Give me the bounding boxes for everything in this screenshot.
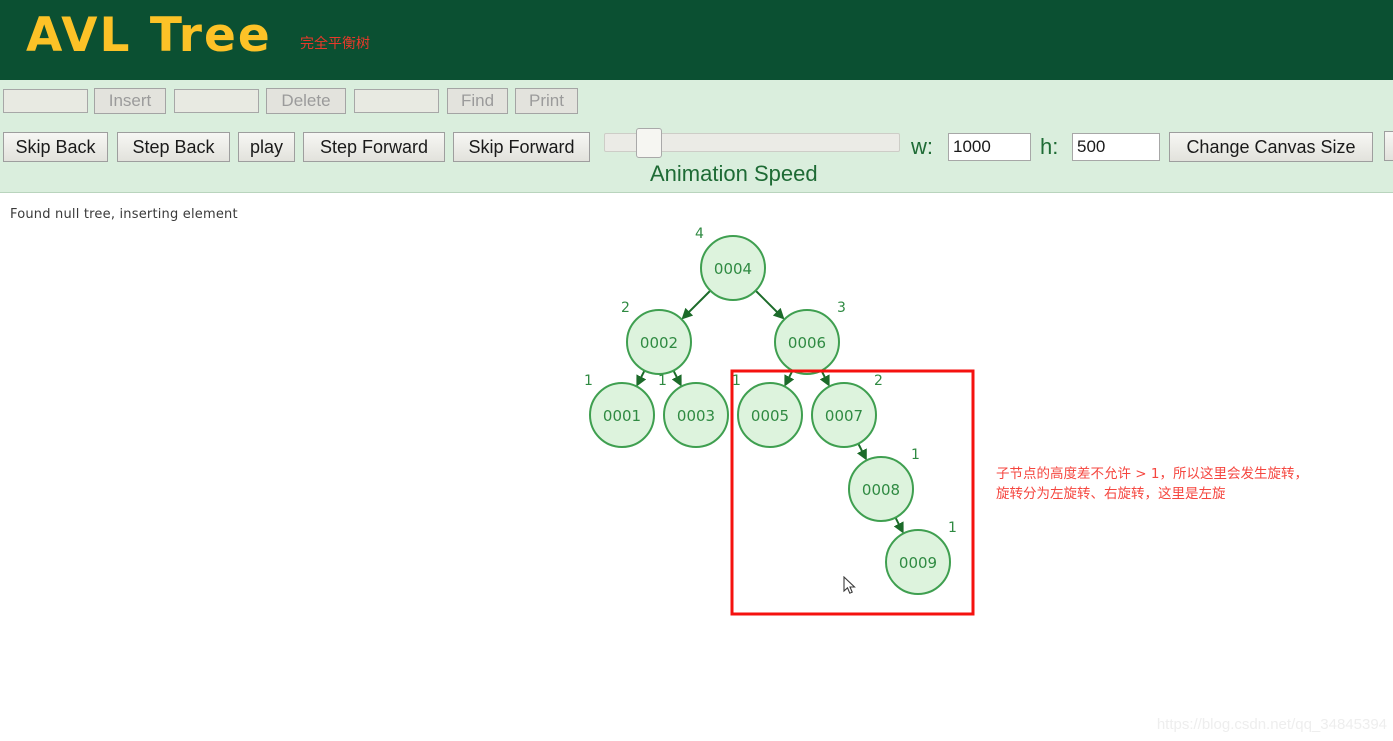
tree-edge [856,443,867,461]
tree-node-height: 1 [911,447,920,463]
annotation-text: 子节点的高度差不允许 > 1，所以这里会发生旋转， 旋转分为左旋转、右旋转，这里是… [996,464,1308,504]
tree-node-label: 0002 [640,334,678,352]
find-input[interactable] [354,89,439,113]
page-header: AVL Tree 完全平衡树 [0,0,1393,80]
tree-edge [681,289,712,320]
tree-node-label: 0005 [751,407,789,425]
height-input[interactable] [1072,133,1160,161]
tree-node-label: 0003 [677,407,715,425]
tree-node-height: 3 [837,300,846,316]
width-input[interactable] [948,133,1031,161]
print-button[interactable]: Print [515,88,578,114]
page-subtitle: 完全平衡树 [300,36,370,52]
tree-node-height: 2 [874,373,883,389]
change-canvas-size-button[interactable]: Change Canvas Size [1169,132,1373,162]
tree-node-height: 1 [948,520,957,536]
annotation-text-line2: 旋转分为左旋转、右旋转，这里是左旋 [996,486,1226,502]
tree-node-height: 2 [621,300,630,316]
tree-edge [893,517,904,534]
step-forward-button[interactable]: Step Forward [303,132,445,162]
tree-node-label: 0004 [714,260,752,278]
play-button[interactable]: play [238,132,295,162]
tree-node-height: 1 [658,373,667,389]
insert-input[interactable] [3,89,88,113]
tree-edge [671,370,682,387]
skip-back-button[interactable]: Skip Back [3,132,108,162]
page-title: AVL Tree [26,8,272,63]
animation-speed-slider-thumb[interactable] [636,128,662,158]
animation-speed-label: Animation Speed [650,161,818,186]
watermark: https://blog.csdn.net/qq_34845394 [1156,716,1387,733]
annotation-text-line1: 子节点的高度差不允许 > 1，所以这里会发生旋转， [996,466,1308,482]
tree-node-label: 0009 [899,554,937,572]
insert-button[interactable]: Insert [94,88,166,114]
delete-input[interactable] [174,89,259,113]
tree-node-label: 0008 [862,481,900,499]
delete-button[interactable]: Delete [266,88,346,114]
tree-node-label: 0007 [825,407,863,425]
tree-edge [754,289,785,320]
width-label: w: [911,134,933,159]
animation-canvas[interactable]: Found null tree, inserting element 0004 4… [0,194,1393,741]
step-back-button[interactable]: Step Back [117,132,230,162]
height-label: h: [1040,134,1059,159]
find-button[interactable]: Find [447,88,508,114]
skip-forward-button[interactable]: Skip Forward [453,132,590,162]
tree-node-height: 1 [584,373,593,389]
tree-edge [784,370,795,387]
tree-node-height: 4 [695,226,704,242]
overflow-button[interactable] [1384,131,1393,161]
tree-edge [819,370,830,387]
tree-nodes: 0004 4 0002 2 0006 3 0001 1 0003 1 0005 1 0007 2 0008 1… [584,226,957,595]
mouse-cursor-icon [843,576,856,594]
tree-edge [636,370,647,387]
app-window: AVL Tree 完全平衡树 Insert Delete Find Print … [0,0,1393,741]
tree-node-label: 0001 [603,407,641,425]
tree-node-label: 0006 [788,334,826,352]
